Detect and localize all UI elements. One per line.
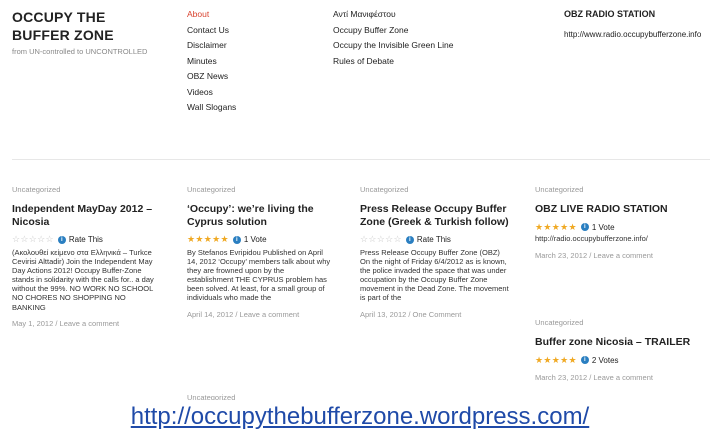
post-category[interactable]: Uncategorized [12,185,157,195]
rating-stars-icon[interactable]: ☆☆☆☆☆ [360,234,402,245]
rating-label[interactable]: 2 Votes [592,355,619,366]
info-icon[interactable]: i [405,235,414,244]
post-excerpt: (Ακολουθεί κείμενο στα Ελληνικά – Turkce… [12,248,154,312]
menu-item-wall-slogans[interactable]: Wall Slogans [187,100,236,116]
post-title[interactable]: Buffer zone Nicosia – TRAILER [535,336,710,349]
radio-url-link[interactable]: http://radio.occupybufferzone.info/ [535,234,715,244]
rating-stars-icon[interactable]: ★★★★★ [535,222,577,233]
menu-item-rules-of-debate[interactable]: Rules of Debate [333,54,453,70]
menu-item-occupy-buffer-zone[interactable]: Occupy Buffer Zone [333,23,453,39]
rating-widget[interactable]: ☆☆☆☆☆ i Rate This [12,234,157,245]
post-card: Uncategorized ‘Occupy’: we’re living the… [187,185,332,320]
post-meta[interactable]: April 14, 2012 / Leave a comment [187,310,332,320]
rating-stars-icon[interactable]: ☆☆☆☆☆ [12,234,54,245]
post-card: Uncategorized Independent MayDay 2012 – … [12,185,157,329]
radio-link[interactable]: http://www.radio.occupybufferzone.info [564,29,720,41]
rating-label[interactable]: Rate This [69,234,103,245]
post-meta[interactable]: May 1, 2012 / Leave a comment [12,319,157,329]
menu-item-invisible-green-line[interactable]: Occupy the Invisible Green Line [333,38,453,54]
rating-label[interactable]: 1 Vote [592,222,615,233]
post-title[interactable]: Press Release Occupy Buffer Zone (Greek … [360,203,510,228]
url-banner-link[interactable]: http://occupythebufferzone.wordpress.com… [0,400,720,434]
post-meta[interactable]: April 13, 2012 / One Comment [360,310,510,320]
header-divider [12,159,710,160]
rating-label[interactable]: 1 Vote [244,234,267,245]
post-category[interactable]: Uncategorized [535,318,710,328]
post-card: Uncategorized Press Release Occupy Buffe… [360,185,510,320]
rating-stars-icon[interactable]: ★★★★★ [187,234,229,245]
menu-item-anti-manifesto[interactable]: Αντί Μανιφέστου [333,7,453,23]
rating-widget[interactable]: ★★★★★ i 2 Votes [535,355,710,366]
info-icon[interactable]: i [580,356,589,364]
info-icon[interactable]: i [57,235,66,244]
radio-widget: OBZ RADIO STATION http://www.radio.occup… [564,7,720,41]
post-meta[interactable]: March 23, 2012 / Leave a comment [535,251,715,261]
post-category[interactable]: Uncategorized [535,185,715,195]
widget-title: OBZ RADIO STATION [564,9,656,19]
post-title[interactable]: OBZ LIVE RADIO STATION [535,203,715,216]
menu-item-disclaimer[interactable]: Disclaimer [187,38,236,54]
site-title[interactable]: OCCUPY THE BUFFER ZONE [12,8,162,44]
menu-item-minutes[interactable]: Minutes [187,54,236,70]
rating-label[interactable]: Rate This [417,234,451,245]
menu-item-contact-us[interactable]: Contact Us [187,23,236,39]
post-category[interactable]: Uncategorized [187,185,332,195]
main-menu-column-2: Αντί Μανιφέστου Occupy Buffer Zone Occup… [333,7,453,69]
rating-widget[interactable]: ★★★★★ i 1 Vote [535,222,715,233]
menu-item-obz-news[interactable]: OBZ News [187,69,236,85]
menu-item-videos[interactable]: Videos [187,85,236,101]
post-category[interactable]: Uncategorized [360,185,510,195]
post-title[interactable]: Independent MayDay 2012 – Nicosia [12,203,157,228]
post-card: Uncategorized Buffer zone Nicosia – TRAI… [535,318,710,383]
menu-item-about[interactable]: About [187,7,236,23]
post-excerpt: By Stefanos Evripidou Published on April… [187,248,331,303]
rating-widget[interactable]: ★★★★★ i 1 Vote [187,234,332,245]
post-title[interactable]: ‘Occupy’: we’re living the Cyprus soluti… [187,203,332,228]
post-card: Uncategorized OBZ LIVE RADIO STATION ★★★… [535,185,715,261]
site-description: from UN-controlled to UNCONTROLLED [12,47,148,56]
post-excerpt: Press Release Occupy Buffer Zone (OBZ) O… [360,248,509,303]
info-icon[interactable]: i [580,223,589,231]
post-meta[interactable]: March 23, 2012 / Leave a comment [535,373,710,383]
main-menu-column-1: About Contact Us Disclaimer Minutes OBZ … [187,7,236,116]
rating-stars-icon[interactable]: ★★★★★ [535,355,577,366]
rating-widget[interactable]: ☆☆☆☆☆ i Rate This [360,234,510,245]
info-icon[interactable]: i [232,235,241,244]
